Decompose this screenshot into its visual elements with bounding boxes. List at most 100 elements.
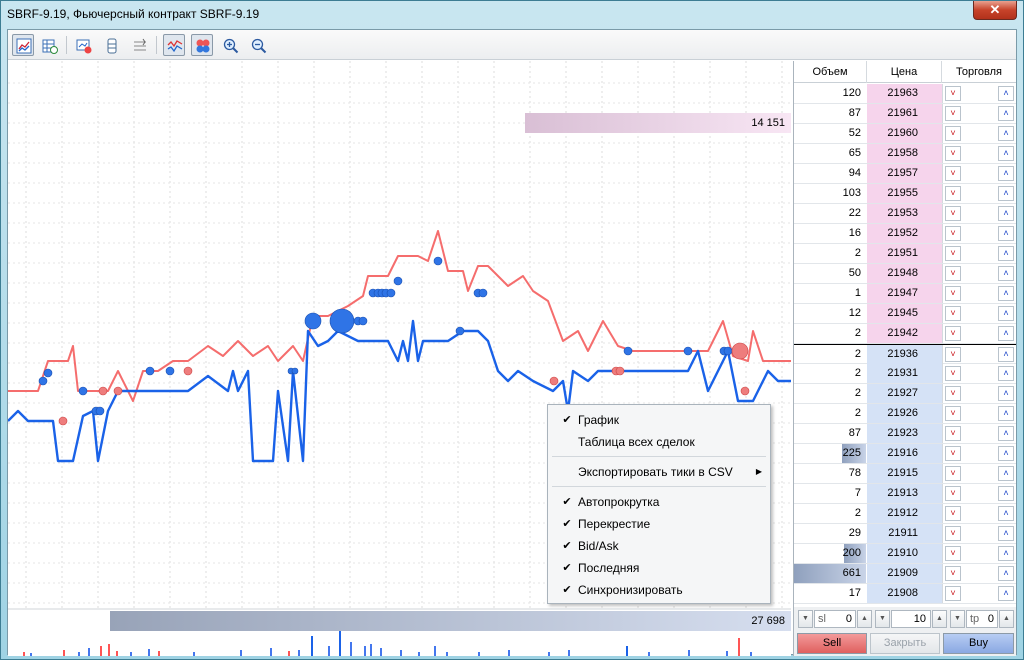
buy-at-price-button[interactable]: ˄ <box>998 126 1014 141</box>
row-price[interactable]: 21955 <box>867 184 942 203</box>
buy-at-price-button[interactable]: ˄ <box>998 106 1014 121</box>
sell-at-price-button[interactable]: ˅ <box>945 326 961 341</box>
row-price[interactable]: 21945 <box>867 304 942 323</box>
sl-decrease-button[interactable]: ▼ <box>798 610 813 628</box>
tick-chart[interactable]: 14 151 27 698 ✔ График Таблица всех сдел… <box>8 61 791 656</box>
sell-at-price-button[interactable]: ˅ <box>945 546 961 561</box>
buy-at-price-button[interactable]: ˄ <box>998 166 1014 181</box>
sell-at-price-button[interactable]: ˅ <box>945 126 961 141</box>
sell-at-price-button[interactable]: ˅ <box>945 366 961 381</box>
buy-at-price-button[interactable]: ˄ <box>998 366 1014 381</box>
buy-at-price-button[interactable]: ˄ <box>998 506 1014 521</box>
sell-at-price-button[interactable]: ˅ <box>945 426 961 441</box>
crosshair-button[interactable] <box>128 34 150 56</box>
sl-increase-button[interactable]: ▲ <box>857 610 872 628</box>
row-price[interactable]: 21916 <box>867 444 942 463</box>
sell-at-price-button[interactable]: ˅ <box>945 166 961 181</box>
menu-item-all-trades-table[interactable]: Таблица всех сделок <box>548 431 770 453</box>
volume-increase-button[interactable]: ▲ <box>932 610 947 628</box>
row-price[interactable]: 21958 <box>867 144 942 163</box>
buy-at-price-button[interactable]: ˄ <box>998 86 1014 101</box>
row-price[interactable]: 21960 <box>867 124 942 143</box>
zoom-out-button[interactable] <box>247 34 269 56</box>
sell-at-price-button[interactable]: ˅ <box>945 266 961 281</box>
row-price[interactable]: 21909 <box>867 564 942 583</box>
last-price-button[interactable] <box>191 34 213 56</box>
sell-at-price-button[interactable]: ˅ <box>945 446 961 461</box>
buy-at-price-button[interactable]: ˄ <box>998 466 1014 481</box>
buy-at-price-button[interactable]: ˄ <box>998 186 1014 201</box>
tp-field[interactable]: tp 0 <box>966 610 998 628</box>
buy-at-price-button[interactable]: ˄ <box>998 226 1014 241</box>
row-price[interactable]: 21952 <box>867 224 942 243</box>
sell-at-price-button[interactable]: ˅ <box>945 246 961 261</box>
bid-ask-button[interactable] <box>163 34 185 56</box>
buy-at-price-button[interactable]: ˄ <box>998 546 1014 561</box>
row-price[interactable]: 21923 <box>867 424 942 443</box>
menu-item-chart[interactable]: ✔ График <box>548 409 770 431</box>
volume-field[interactable]: 10 <box>891 610 931 628</box>
buy-at-price-button[interactable]: ˄ <box>998 486 1014 501</box>
row-price[interactable]: 21911 <box>867 524 942 543</box>
zoom-in-button[interactable] <box>219 34 241 56</box>
sell-at-price-button[interactable]: ˅ <box>945 386 961 401</box>
row-price[interactable]: 21961 <box>867 104 942 123</box>
buy-at-price-button[interactable]: ˄ <box>998 566 1014 581</box>
sell-at-price-button[interactable]: ˅ <box>945 206 961 221</box>
menu-item-last[interactable]: ✔ Последняя <box>548 557 770 579</box>
row-price[interactable]: 21942 <box>867 324 942 343</box>
row-price[interactable]: 21953 <box>867 204 942 223</box>
menu-item-export-csv[interactable]: Экспортировать тики в CSV ▶ <box>548 461 770 483</box>
sell-button[interactable]: Sell <box>797 633 867 654</box>
buy-at-price-button[interactable]: ˄ <box>998 526 1014 541</box>
sell-at-price-button[interactable]: ˅ <box>945 347 961 362</box>
buy-at-price-button[interactable]: ˄ <box>998 146 1014 161</box>
sell-at-price-button[interactable]: ˅ <box>945 306 961 321</box>
row-price[interactable]: 21913 <box>867 484 942 503</box>
row-price[interactable]: 21957 <box>867 164 942 183</box>
sell-at-price-button[interactable]: ˅ <box>945 106 961 121</box>
sell-at-price-button[interactable]: ˅ <box>945 226 961 241</box>
row-price[interactable]: 21915 <box>867 464 942 483</box>
ticks-table-button[interactable] <box>38 34 60 56</box>
row-price[interactable]: 21948 <box>867 264 942 283</box>
buy-at-price-button[interactable]: ˄ <box>998 347 1014 362</box>
autoscroll-button[interactable] <box>100 34 122 56</box>
row-price[interactable]: 21931 <box>867 364 942 383</box>
buy-at-price-button[interactable]: ˄ <box>998 266 1014 281</box>
buy-at-price-button[interactable]: ˄ <box>998 306 1014 321</box>
close-position-button[interactable]: Закрыть <box>870 633 940 654</box>
buy-at-price-button[interactable]: ˄ <box>998 386 1014 401</box>
chart-view-button[interactable] <box>12 34 34 56</box>
tp-increase-button[interactable]: ▲ <box>999 610 1014 628</box>
buy-at-price-button[interactable]: ˄ <box>998 426 1014 441</box>
buy-at-price-button[interactable]: ˄ <box>998 406 1014 421</box>
sell-at-price-button[interactable]: ˅ <box>945 286 961 301</box>
buy-at-price-button[interactable]: ˄ <box>998 206 1014 221</box>
row-price[interactable]: 21910 <box>867 544 942 563</box>
buy-at-price-button[interactable]: ˄ <box>998 286 1014 301</box>
menu-item-autoscroll[interactable]: ✔ Автопрокрутка <box>548 491 770 513</box>
buy-at-price-button[interactable]: ˄ <box>998 586 1014 601</box>
sell-at-price-button[interactable]: ˅ <box>945 466 961 481</box>
buy-at-price-button[interactable]: ˄ <box>998 446 1014 461</box>
row-price[interactable]: 21951 <box>867 244 942 263</box>
row-price[interactable]: 21912 <box>867 504 942 523</box>
sell-at-price-button[interactable]: ˅ <box>945 406 961 421</box>
buy-button[interactable]: Buy <box>943 633 1014 654</box>
sell-at-price-button[interactable]: ˅ <box>945 506 961 521</box>
sell-at-price-button[interactable]: ˅ <box>945 526 961 541</box>
buy-at-price-button[interactable]: ˄ <box>998 246 1014 261</box>
sl-field[interactable]: sl 0 <box>814 610 856 628</box>
close-button[interactable]: ✕ <box>973 1 1017 20</box>
row-price[interactable]: 21963 <box>867 84 942 103</box>
menu-item-synchronize[interactable]: ✔ Синхронизировать <box>548 579 770 601</box>
sell-at-price-button[interactable]: ˅ <box>945 86 961 101</box>
tp-decrease-button[interactable]: ▼ <box>950 610 965 628</box>
sell-at-price-button[interactable]: ˅ <box>945 186 961 201</box>
buy-at-price-button[interactable]: ˄ <box>998 326 1014 341</box>
row-price[interactable]: 21926 <box>867 404 942 423</box>
row-price[interactable]: 21908 <box>867 584 942 603</box>
sell-at-price-button[interactable]: ˅ <box>945 146 961 161</box>
export-button[interactable] <box>72 34 94 56</box>
